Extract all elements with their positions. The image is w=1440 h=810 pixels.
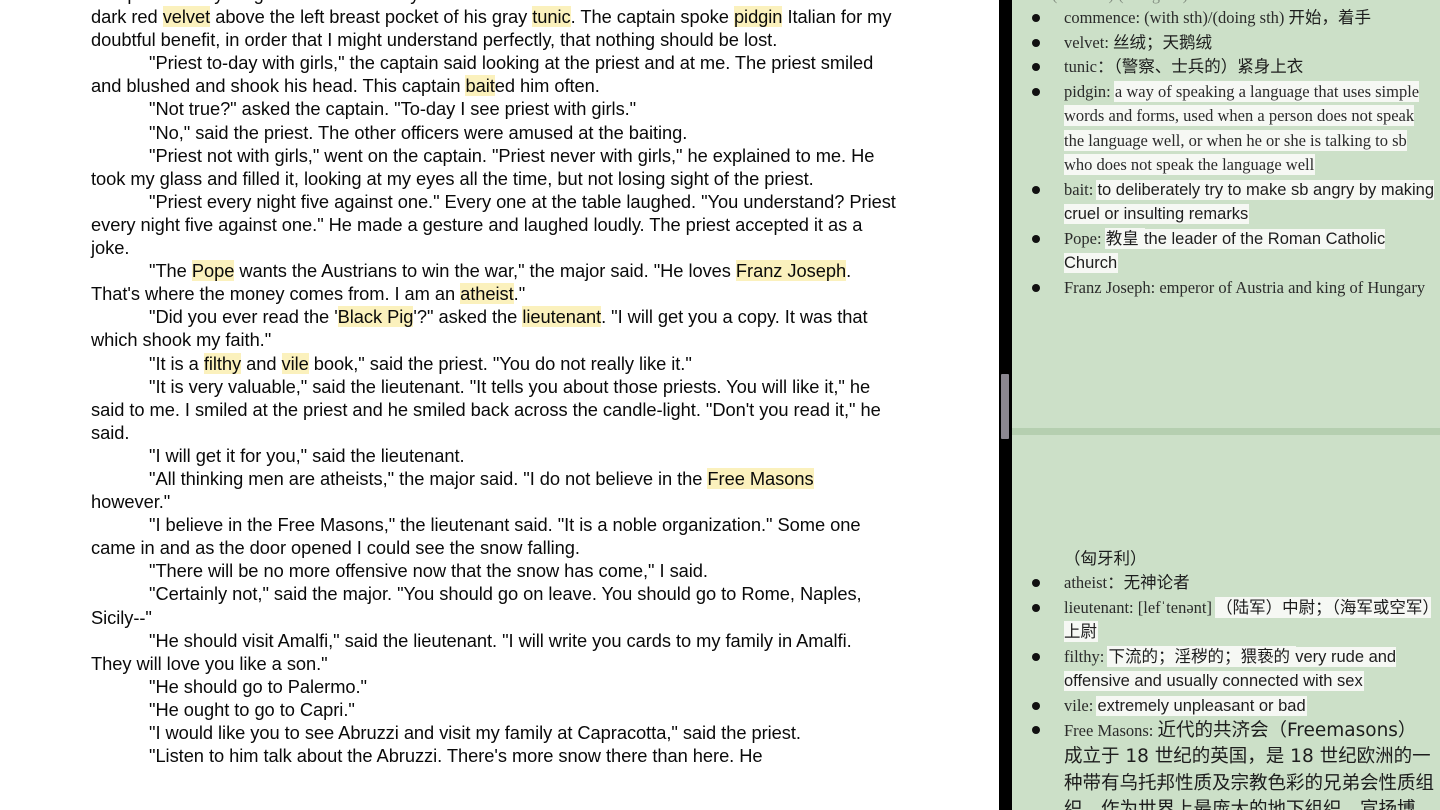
book-paragraph: "I believe in the Free Masons," the lieu… [91,514,861,559]
book-paragraph: "He should visit Amalfi," said the lieut… [91,629,852,674]
note-item[interactable]: commence: (with sth)/(doing sth) 开始，着手 [1022,6,1436,31]
book-paragraph: "Certainly not," said the major. "You sh… [91,583,862,628]
reader-pane[interactable]: The priest was young and blushed easily … [0,0,1000,810]
book-paragraph: "The Pope wants the Austrians to win the… [91,260,852,305]
bullet-icon [1032,726,1040,734]
highlighted-word[interactable]: Black Pig [337,306,413,328]
note-term: vile: [1064,695,1098,715]
note-term: velvet: [1064,32,1114,52]
notes-section-lower: （匈牙利） atheist：无神论者 lieutenant: [lefˈtenən… [1012,546,1440,810]
bullet-icon [1032,87,1040,96]
book-paragraph: "Priest to-day with girls," the captain … [91,52,874,97]
bullet-icon [1032,701,1040,710]
note-translation: 近代的共济会（Freemasons） [1157,720,1417,741]
book-paragraph: "It is a filthy and vile book," said the… [149,352,692,374]
book-paragraph: "I will get it for you," said the lieute… [149,444,465,466]
bullet-icon [1032,652,1040,661]
highlighted-word[interactable]: Franz Joseph [735,260,846,282]
note-translation-body: 成立于 18 世纪的英国，是 18 世纪欧洲的一种带有乌托邦性质及宗教色彩的兄弟… [1064,746,1435,810]
note-translation: 教皇 [1105,228,1144,248]
book-paragraph: "There will be no more offensive now tha… [149,560,708,582]
book-paragraph: "Priest every night five against one." E… [91,190,896,259]
book-paragraph: "Not true?" asked the captain. "To-day I… [149,98,637,120]
highlighted-word[interactable]: velvet [162,6,210,28]
note-translation: 丝绒；天鹅绒 [1113,32,1213,52]
book-paragraph: "All thinking men are atheists," the maj… [91,467,814,513]
note-definition: extremely unpleasant or bad [1097,696,1306,715]
note-translation: 下流的；淫秽的；猥亵的 [1108,646,1296,666]
book-paragraph: "Priest not with girls," went on the cap… [91,144,875,189]
highlighted-word[interactable]: atheist [460,283,514,305]
note-translation: （警察、士兵的）紧身上衣 [1113,57,1304,76]
note-term: Pope: [1064,228,1106,248]
note-item[interactable]: velvet: 丝绒；天鹅绒 [1022,31,1436,56]
book-paragraph: "No," said the priest. The other officer… [149,121,688,143]
highlighted-word[interactable]: bait [465,75,495,97]
highlighted-word[interactable]: Pope [191,260,234,282]
book-paragraph: The priest was young and blushed easily … [91,0,892,51]
bullet-icon [1032,603,1040,612]
book-page-text[interactable]: The priest was young and blushed easily … [91,0,896,767]
note-item[interactable]: atheist：无神论者 [1022,571,1436,596]
note-list-lower: atheist：无神论者 lieutenant: [lefˈtenənt] （陆军… [1022,571,1436,718]
app-root: The priest was young and blushed easily … [0,0,1440,810]
book-paragraph: "He ought to go to Capri." [149,698,355,720]
note-term: commence: (with sth)/(doing sth) [1064,8,1289,27]
note-term: atheist： [1064,573,1124,592]
notes-pane-divider [1012,428,1440,435]
note-definition: to deliberately try to make sb angry by … [1064,180,1435,223]
highlighted-word[interactable]: Free Masons [707,467,814,489]
note-term: Franz Joseph: emperor of Austria and kin… [1064,277,1426,297]
bullet-icon [1032,63,1040,71]
note-item[interactable]: bait: to deliberately try to make sb ang… [1022,178,1436,227]
note-translation: 无神论者 [1123,573,1190,592]
book-paragraph: "It is very valuable," said the lieutena… [91,375,881,443]
note-item[interactable]: vile: extremely unpleasant or bad [1022,694,1436,719]
note-item[interactable]: Franz Joseph: emperor of Austria and kin… [1022,276,1436,301]
notes-section-upper: commence: (with sth)/(doing sth) 开始，着手 ve… [1012,0,1440,300]
note-item[interactable]: pidgin: a way of speaking a language tha… [1022,80,1436,178]
book-paragraph: "I would like you to see Abruzzi and vis… [149,722,801,743]
note-item[interactable]: filthy: 下流的；淫秽的；猥亵的 very rude and offens… [1022,645,1436,694]
highlighted-word[interactable]: vile [281,352,309,374]
vertical-scrollbar-thumb[interactable] [1001,374,1009,439]
vertical-scrollbar-track[interactable] [999,0,1012,810]
note-translation: 开始，着手 [1288,8,1372,27]
note-term: Free Masons: [1064,721,1158,740]
note-term: pidgin: [1064,81,1115,101]
highlighted-word[interactable]: tunic [532,6,571,28]
note-term: bait: [1064,179,1098,199]
highlighted-word[interactable]: filthy [203,352,241,374]
highlighted-word[interactable]: lieutenant [522,306,601,328]
book-paragraph: "Listen to him talk about the Abruzzi. T… [149,745,763,767]
vocabulary-notes-pane[interactable]: (with sth)/(doing sth) commence: (with s… [1012,0,1440,810]
book-paragraph: "Did you ever read the 'Black Pig'?" ask… [91,306,868,351]
note-definition: a way of speaking a language that uses s… [1064,81,1420,174]
bullet-icon [1032,283,1040,292]
note-term: tunic： [1064,57,1114,76]
bullet-icon [1032,234,1040,243]
note-item[interactable]: Pope: 教皇 the leader of the Roman Catholi… [1022,227,1436,276]
book-paragraph: "He should go to Palermo." [149,675,367,697]
highlighted-word[interactable]: pidgin [733,6,782,28]
note-term: lieutenant: [lefˈtenənt] [1064,597,1217,617]
note-term: filthy: [1064,646,1109,666]
bullet-icon [1032,185,1040,194]
note-continuation-line: （匈牙利） [1064,549,1147,568]
note-item[interactable]: tunic：（警察、士兵的）紧身上衣 [1022,55,1436,80]
bullet-icon [1032,14,1040,22]
note-list-free-masons: Free Masons: 近代的共济会（Freemasons） [1022,718,1436,744]
bullet-icon [1032,38,1040,47]
note-item[interactable]: Free Masons: 近代的共济会（Freemasons） [1022,718,1436,744]
note-item-free-masons: Free Masons: 近代的共济会（Freemasons） 成立于 18 世纪… [1022,718,1436,810]
bullet-icon [1032,579,1040,587]
note-list-upper: commence: (with sth)/(doing sth) 开始，着手 ve… [1022,6,1436,300]
note-item[interactable]: lieutenant: [lefˈtenənt] （陆军）中尉；（海军或空军）上… [1022,596,1436,645]
